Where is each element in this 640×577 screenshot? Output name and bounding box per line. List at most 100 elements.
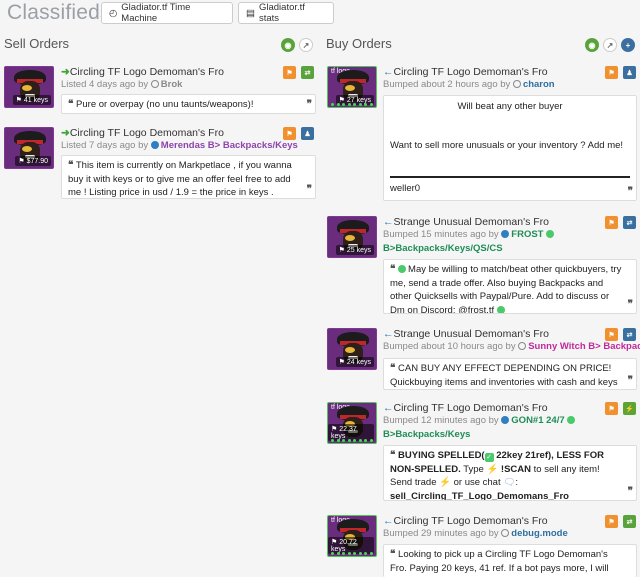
listing-message: ❝ Looking to pick up a Circling TF Logo … [383,544,637,577]
arrow-left-icon: ← [383,66,394,78]
listing-message: ❝ BUYING SPELLED(✓ 22key 21ref), LESS FO… [383,445,637,501]
item-avatar[interactable]: tf logo ⚑ 22.37 keys [327,402,377,444]
quote-icon: ❝ [390,549,396,560]
trade-icon[interactable]: ⇄ [623,328,636,341]
listing-meta: Bumped 12 minutes ago by GON#1 24/7 [383,415,577,426]
eye-toggle-icon[interactable]: ◉ [585,38,599,52]
user-link[interactable]: Sunny Witch B> Backpacks! [528,341,640,352]
listing-title[interactable]: ←Circling TF Logo Demoman's Fro [383,66,548,78]
buy-listing[interactable]: tf logo ⚑ 27 keys ←Circling TF Logo Demo… [327,66,637,202]
listing-title[interactable]: ←Circling TF Logo Demoman's Fro [383,515,548,527]
listing-meta: Bumped 29 minutes ago by debug.mode [383,528,568,539]
flag-icon[interactable]: ⚑ [605,328,618,341]
item-avatar[interactable]: tf logo ⚑ 27 keys [327,66,377,108]
trade-icon[interactable]: ⇄ [623,515,636,528]
listing-message: ❝ May be willing to match/beat other qui… [383,259,637,314]
online-icon [567,416,576,424]
status-ring-icon [150,80,159,88]
status-dot-icon [501,230,510,238]
listing-title[interactable]: ➜Circling TF Logo Demoman's Fro [61,66,224,78]
user-link[interactable]: Merendas B> Backpacks/Keys [161,140,298,151]
listing-title[interactable]: ←Circling TF Logo Demoman's Fro [383,402,548,414]
flag-icon[interactable]: ⚑ [605,66,618,79]
sell-orders-heading: Sell Orders [4,36,70,51]
user-subtitle[interactable]: B>Backpacks/Keys [383,429,470,440]
trade-icon[interactable]: ⇄ [301,66,314,79]
listing-message: ❝ Pure or overpay (no unu taunts/weapons… [61,94,316,114]
listing-message: ❝ This item is currently on Markpetlace … [61,155,316,199]
flag-icon[interactable]: ⚑ [605,402,618,415]
listing-title[interactable]: ←Strange Unusual Demoman's Fro [383,328,549,340]
expand-icon[interactable]: ↗ [603,38,617,52]
status-ring-icon [501,529,510,537]
sell-listing[interactable]: ⚑ $77.90 ➜Circling TF Logo Demoman's Fro… [4,127,316,203]
arrow-left-icon: ← [383,402,394,414]
user-subtitle[interactable]: B>Backpacks/Keys/QS/CS [383,243,503,254]
user-link[interactable]: GON#1 24/7 [511,415,564,426]
spell-dots [331,552,373,555]
lightning-icon: ⚡ [439,477,451,488]
price-tag: ⚑ $77.90 [15,156,51,166]
quote-end-icon: ❞ [627,298,633,310]
user-link[interactable]: Brok [161,79,183,90]
divider [390,176,630,178]
stats-button[interactable]: ▤ Gladiator.tf stats [238,2,334,24]
listing-title[interactable]: ←Strange Unusual Demoman's Fro [383,216,549,228]
quote-end-icon: ❞ [627,185,633,197]
item-avatar[interactable]: tf logo ⚑ 20.72 keys [327,515,377,557]
quote-end-icon: ❞ [627,374,633,386]
listing-meta: Bumped about 10 hours ago by Sunny Witch… [383,341,640,352]
listing-meta: Bumped about 2 hours ago by charon [383,79,555,90]
brand-title: Classifieds [7,1,111,24]
listing-meta: Listed 4 days ago by Brok [61,79,183,90]
status-ring-icon [518,342,527,350]
arrow-left-icon: ← [383,328,394,340]
sell-listing[interactable]: ⚑ 41 keys ➜Circling TF Logo Demoman's Fr… [4,66,316,118]
globe-icon [496,305,505,313]
buy-listing[interactable]: ⚑ 25 keys ←Strange Unusual Demoman's Fro… [327,216,637,316]
lightning-icon[interactable]: ⚡ [623,402,636,415]
time-machine-button[interactable]: ◴ Gladiator.tf Time Machine [101,2,233,24]
item-avatar[interactable]: ⚑ $77.90 [4,127,54,169]
flag-icon[interactable]: ⚑ [283,127,296,140]
flag-icon[interactable]: ⚑ [605,515,618,528]
status-dot-icon [501,416,510,424]
listing-meta: Listed 7 days ago by Merendas B> Backpac… [61,140,298,151]
item-avatar[interactable]: ⚑ 41 keys [4,66,54,108]
buy-orders-heading: Buy Orders [326,36,392,51]
price-tag: ⚑ 24 keys [335,357,374,367]
buy-listing[interactable]: ⚑ 24 keys ←Strange Unusual Demoman's Fro… [327,328,640,392]
clock-icon: ◴ [109,7,118,19]
add-friend-icon[interactable]: ♟ [623,66,636,79]
add-listing-icon[interactable]: + [621,38,635,52]
quote-icon: ❝ [390,264,396,275]
arrow-left-icon: ← [383,515,394,527]
online-icon [546,230,555,238]
status-ring-icon [512,80,521,88]
user-link[interactable]: debug.mode [511,528,567,539]
listing-meta: Bumped 15 minutes ago by FROST [383,229,556,240]
trade-icon[interactable]: ⇄ [623,216,636,229]
user-link[interactable]: FROST [511,229,543,240]
listing-title[interactable]: ➜Circling TF Logo Demoman's Fro [61,127,224,139]
listing-message: Will beat any other buyer Want to sell m… [383,95,637,201]
flag-icon[interactable]: ⚑ [605,216,618,229]
flag-icon[interactable]: ⚑ [283,66,296,79]
add-friend-icon[interactable]: ♟ [301,127,314,140]
arrow-right-icon: ➜ [61,66,70,78]
globe-icon [398,265,407,273]
buy-listing[interactable]: tf logo ⚑ 20.72 keys ←Circling TF Logo D… [327,515,637,577]
check-icon: ✓ [484,453,494,462]
item-avatar[interactable]: ⚑ 25 keys [327,216,377,258]
quote-icon: ❝ [68,160,74,171]
quote-icon: ❝ [390,450,396,461]
bar-chart-icon: ▤ [246,7,255,19]
eye-toggle-icon[interactable]: ◉ [281,38,295,52]
price-tag: ⚑ 41 keys [12,95,51,105]
user-link[interactable]: charon [523,79,555,90]
header-bar: Classifieds ◴ Gladiator.tf Time Machine … [0,0,640,28]
item-avatar[interactable]: ⚑ 24 keys [327,328,377,370]
expand-icon[interactable]: ↗ [299,38,313,52]
quote-icon: ❝ [390,363,396,374]
buy-listing[interactable]: tf logo ⚑ 22.37 keys ←Circling TF Logo D… [327,402,637,502]
